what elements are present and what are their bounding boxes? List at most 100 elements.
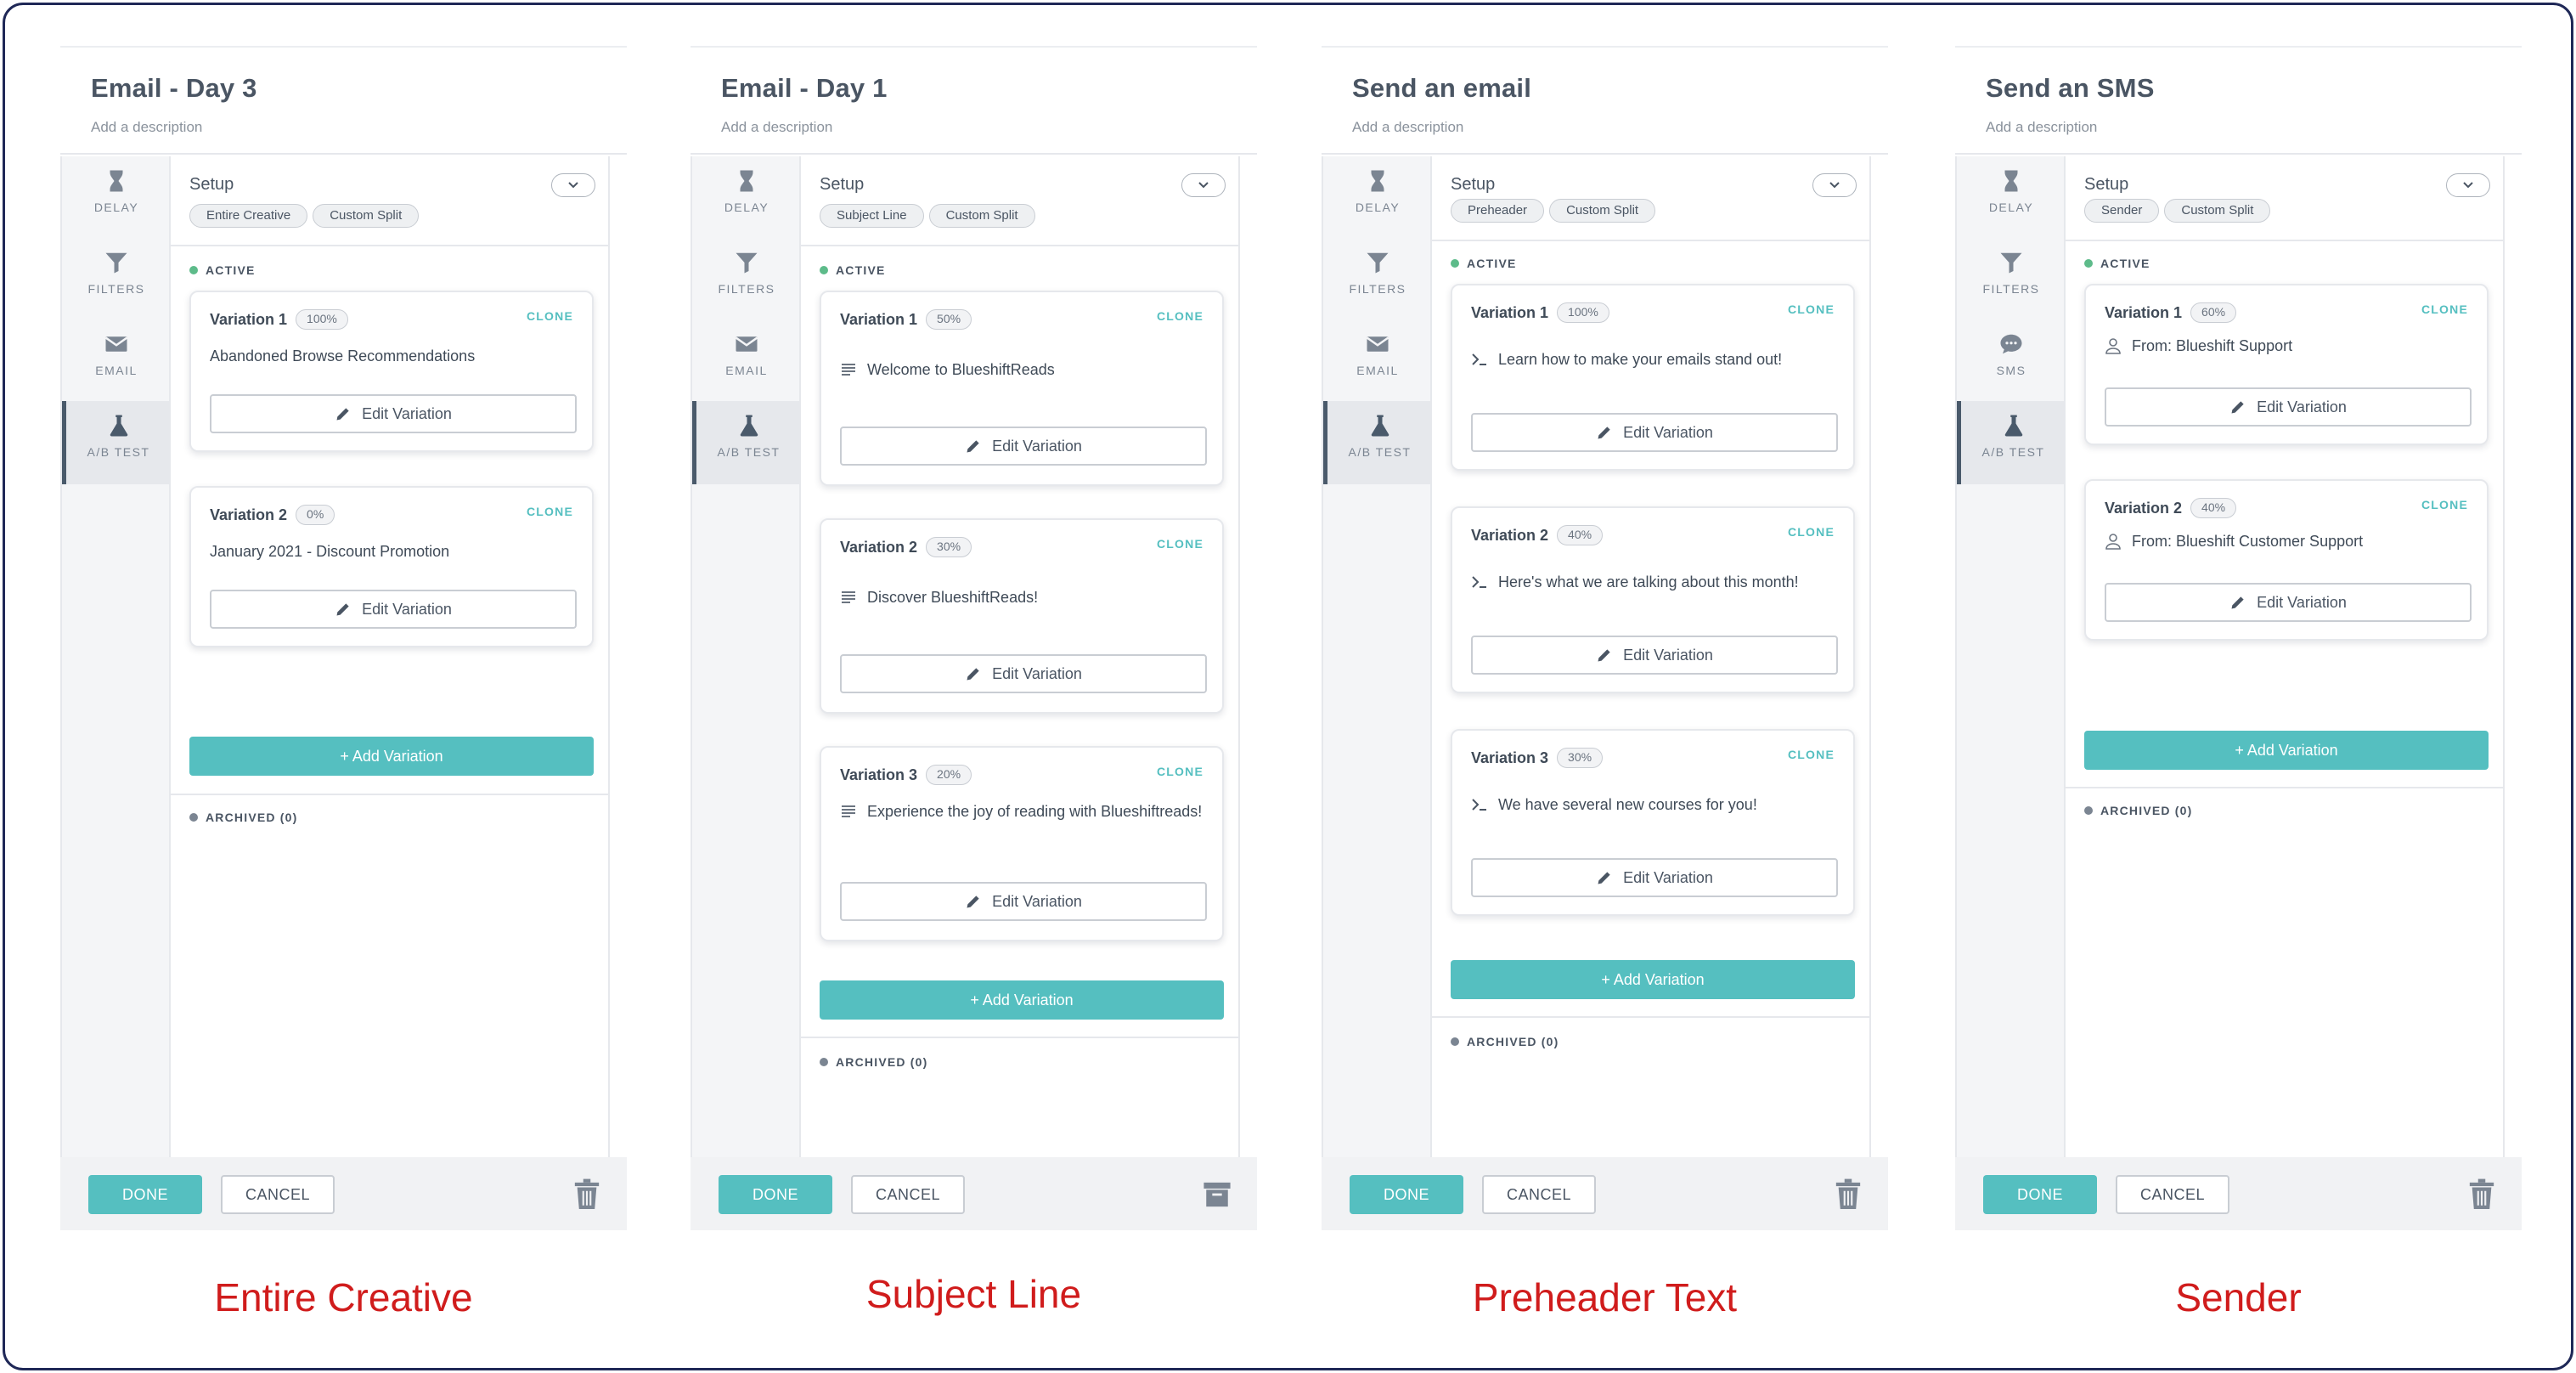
clone-button[interactable]: CLONE: [2421, 302, 2468, 316]
clone-button[interactable]: CLONE: [2421, 498, 2468, 511]
trigger-sidebar: DELAY FILTERS EMAIL A/B TEST: [60, 156, 171, 1157]
add-variation-button[interactable]: + Add Variation: [189, 737, 594, 776]
edit-variation-label: Edit Variation: [2257, 398, 2347, 415]
sidebar-item-email[interactable]: EMAIL: [692, 319, 801, 403]
done-button[interactable]: DONE: [88, 1175, 202, 1214]
sidebar-item-ab-test[interactable]: A/B TEST: [692, 401, 801, 484]
setup-chips: Subject Line Custom Split: [820, 204, 1035, 228]
variation-text: Experience the joy of reading with Blues…: [867, 803, 1203, 820]
journey-panel-email-day-1: Email - Day 1 Add a description DELAY FI…: [691, 46, 1257, 1230]
caption-sender: Sender: [2175, 1275, 2302, 1319]
sidebar-item-delay[interactable]: DELAY: [692, 156, 801, 240]
setup-section: Setup Entire Creative Custom Split: [171, 156, 608, 246]
edit-variation-button[interactable]: Edit Variation: [2105, 583, 2472, 622]
trash-icon[interactable]: [2467, 1178, 2496, 1211]
sidebar-item-filters[interactable]: FILTERS: [1957, 238, 2066, 321]
panel-description[interactable]: Add a description: [91, 119, 627, 136]
panel-description[interactable]: Add a description: [1986, 119, 2522, 136]
clone-button[interactable]: CLONE: [527, 309, 573, 323]
sidebar-item-email[interactable]: EMAIL: [1323, 319, 1432, 403]
clone-button[interactable]: CLONE: [1788, 525, 1835, 539]
variation-name: Variation 2: [2105, 499, 2183, 517]
variation-content: We have several new courses for you!: [1471, 794, 1845, 816]
panel-description[interactable]: Add a description: [1352, 119, 1888, 136]
clone-button[interactable]: CLONE: [1788, 302, 1835, 316]
clone-button[interactable]: CLONE: [1157, 537, 1203, 551]
archived-section-label[interactable]: ARCHIVED (0): [189, 811, 298, 824]
sidebar-item-filters[interactable]: FILTERS: [62, 238, 171, 321]
cancel-button[interactable]: CANCEL: [221, 1175, 335, 1214]
edit-variation-button[interactable]: Edit Variation: [840, 427, 1207, 466]
sidebar-item-ab-test[interactable]: A/B TEST: [1323, 401, 1432, 484]
panel-title[interactable]: Send an email: [1352, 73, 1888, 104]
clone-button[interactable]: CLONE: [1157, 765, 1203, 778]
variation-percentage: 30%: [1557, 748, 1604, 768]
archived-section-label[interactable]: ARCHIVED (0): [2084, 804, 2193, 817]
variation-name: Variation 3: [840, 766, 918, 783]
variation-percentage: 100%: [296, 309, 348, 330]
clone-button[interactable]: CLONE: [527, 505, 573, 518]
edit-variation-button[interactable]: Edit Variation: [1471, 413, 1838, 452]
sidebar-item-delay[interactable]: DELAY: [1323, 156, 1432, 240]
sidebar-item-delay[interactable]: DELAY: [62, 156, 171, 240]
expand-setup-button[interactable]: [2446, 173, 2490, 197]
archived-label: ARCHIVED (0): [2100, 804, 2193, 817]
cancel-button[interactable]: CANCEL: [851, 1175, 965, 1214]
variation-content: Abandoned Browse Recommendations: [210, 345, 583, 368]
cancel-button[interactable]: CANCEL: [1482, 1175, 1596, 1214]
setup-title: Setup: [1451, 175, 1496, 194]
variation-header: Variation 1 60%: [2105, 302, 2237, 323]
expand-setup-button[interactable]: [1812, 173, 1857, 197]
sidebar-item-delay[interactable]: DELAY: [1957, 156, 2066, 240]
add-variation-button[interactable]: + Add Variation: [820, 980, 1224, 1020]
panel-title[interactable]: Email - Day 3: [91, 73, 627, 104]
variation-header: Variation 2 30%: [840, 537, 972, 557]
trash-icon[interactable]: [572, 1178, 601, 1211]
cancel-button[interactable]: CANCEL: [2116, 1175, 2229, 1214]
archived-section-label[interactable]: ARCHIVED (0): [820, 1055, 928, 1069]
sidebar-item-ab-test[interactable]: A/B TEST: [1957, 401, 2066, 484]
expand-setup-button[interactable]: [551, 173, 595, 197]
panel-description[interactable]: Add a description: [721, 119, 1257, 136]
edit-variation-button[interactable]: Edit Variation: [210, 590, 577, 629]
archived-dot: [2084, 806, 2093, 815]
trash-icon[interactable]: [1834, 1178, 1863, 1211]
edit-variation-button[interactable]: Edit Variation: [840, 882, 1207, 921]
divider: [171, 794, 608, 795]
sidebar-item-filters[interactable]: FILTERS: [692, 238, 801, 321]
sidebar-item-ab-test[interactable]: A/B TEST: [62, 401, 171, 484]
done-button[interactable]: DONE: [1350, 1175, 1463, 1214]
variation-content: Learn how to make your emails stand out!: [1471, 348, 1845, 371]
variation-content: Experience the joy of reading with Blues…: [840, 800, 1214, 823]
variation-card: Variation 3 30% CLONE We have several new…: [1451, 729, 1855, 916]
add-variation-button[interactable]: + Add Variation: [2084, 731, 2489, 770]
done-button[interactable]: DONE: [1983, 1175, 2097, 1214]
sidebar-item-sms[interactable]: SMS: [1957, 319, 2066, 403]
edit-variation-button[interactable]: Edit Variation: [840, 654, 1207, 693]
edit-variation-button[interactable]: Edit Variation: [1471, 858, 1838, 897]
variation-name: Variation 2: [210, 506, 288, 523]
archived-section-label[interactable]: ARCHIVED (0): [1451, 1035, 1559, 1048]
edit-variation-button[interactable]: Edit Variation: [1471, 636, 1838, 675]
archive-icon[interactable]: [1203, 1178, 1232, 1211]
panel-title[interactable]: Send an SMS: [1986, 73, 2522, 104]
edit-variation-button[interactable]: Edit Variation: [210, 394, 577, 433]
variation-card: Variation 2 30% CLONE Discover BlueshiftR…: [820, 518, 1224, 714]
expand-setup-button[interactable]: [1181, 173, 1226, 197]
text-lines-icon: [842, 364, 855, 376]
clone-button[interactable]: CLONE: [1157, 309, 1203, 323]
envelope-icon: [1366, 336, 1389, 352]
sidebar-item-filters[interactable]: FILTERS: [1323, 238, 1432, 321]
pencil-icon: [1598, 649, 1610, 662]
add-variation-button[interactable]: + Add Variation: [1451, 960, 1855, 999]
variation-content: Discover BlueshiftReads!: [840, 586, 1214, 609]
journey-panel-send-an-email: Send an email Add a description DELAY FI…: [1322, 46, 1888, 1230]
clone-button[interactable]: CLONE: [1788, 748, 1835, 761]
done-button[interactable]: DONE: [719, 1175, 832, 1214]
sidebar-item-label: DELAY: [1988, 201, 2034, 214]
panel-header: Email - Day 1 Add a description: [691, 48, 1257, 155]
variation-text: From: Blueshift Support: [2132, 337, 2293, 354]
edit-variation-button[interactable]: Edit Variation: [2105, 387, 2472, 427]
panel-title[interactable]: Email - Day 1: [721, 73, 1257, 104]
sidebar-item-email[interactable]: EMAIL: [62, 319, 171, 403]
